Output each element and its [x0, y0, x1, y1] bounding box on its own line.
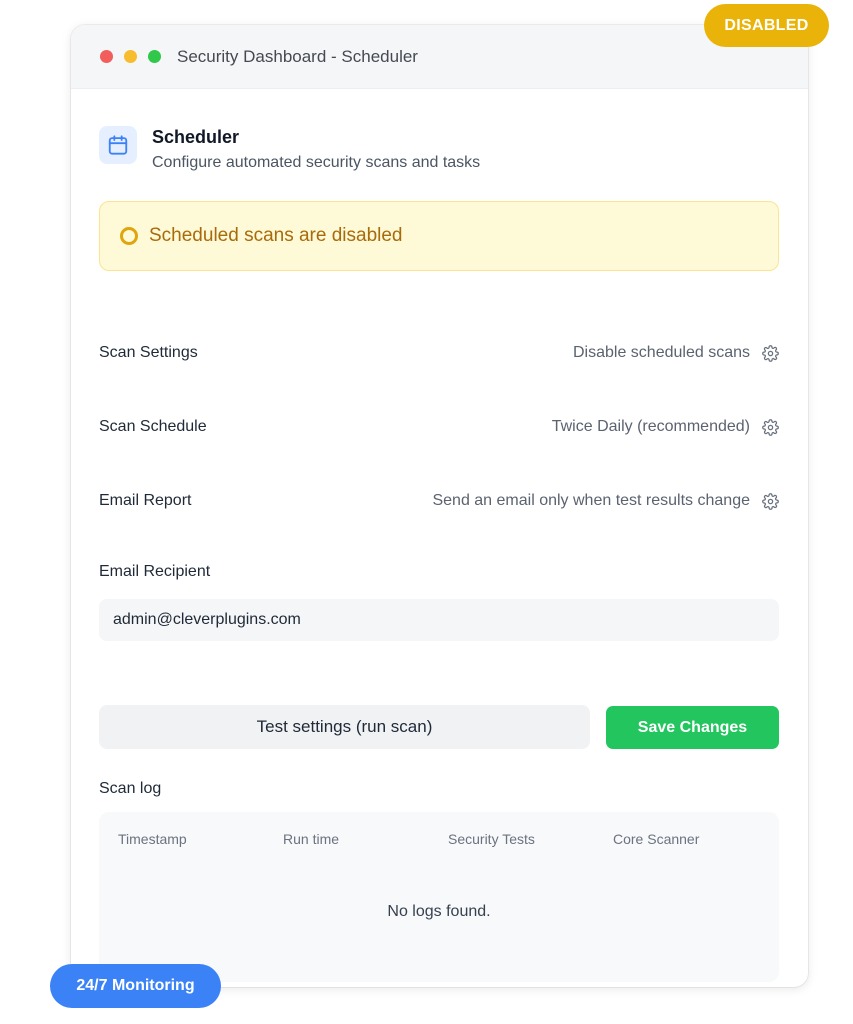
save-changes-button[interactable]: Save Changes — [606, 706, 779, 749]
page-subtitle: Configure automated security scans and t… — [152, 154, 481, 171]
column-header: Core Scanner — [613, 831, 700, 847]
setting-label: Scan Schedule — [99, 418, 207, 435]
alert-text: Scheduled scans are disabled — [149, 225, 403, 246]
empty-state-text: No logs found. — [387, 903, 491, 920]
page-title: Scheduler — [152, 127, 240, 147]
column-header: Run time — [283, 831, 340, 847]
email-recipient-input[interactable] — [99, 599, 779, 641]
setting-value: Twice Daily (recommended) — [551, 418, 750, 435]
setting-label: Email Report — [99, 492, 192, 509]
close-window-button[interactable] — [100, 50, 113, 63]
title-bar: Security Dashboard - Scheduler — [71, 25, 808, 89]
scan-log-table: Timestamp Run time Security Tests Core S… — [99, 812, 779, 982]
minimize-window-button[interactable] — [124, 50, 137, 63]
monitoring-badge: 24/7 Monitoring — [50, 964, 221, 1008]
email-recipient-label: Email Recipient — [99, 563, 211, 580]
header-text: Scheduler Configure automated security s… — [152, 126, 480, 172]
column-header: Timestamp — [118, 831, 187, 847]
setting-value-group: Send an email only when test results cha… — [432, 492, 779, 510]
setting-label: Scan Settings — [99, 344, 198, 361]
column-header: Security Tests — [448, 831, 535, 847]
gear-icon[interactable] — [761, 344, 779, 362]
setting-value: Disable scheduled scans — [573, 344, 750, 361]
setting-row-scan-schedule: Scan Schedule Twice Daily (recommended) — [99, 412, 779, 442]
setting-value: Send an email only when test results cha… — [432, 492, 750, 509]
status-badge: DISABLED — [704, 4, 829, 47]
disabled-alert: Scheduled scans are disabled — [99, 201, 779, 271]
gear-icon[interactable] — [761, 418, 779, 436]
page-header: Scheduler Configure automated security s… — [99, 126, 480, 172]
warning-circle-icon — [120, 227, 138, 245]
setting-row-scan-settings: Scan Settings Disable scheduled scans — [99, 338, 779, 368]
setting-row-email-report: Email Report Send an email only when tes… — [99, 486, 779, 516]
table-header: Timestamp Run time Security Tests Core S… — [118, 831, 778, 847]
stage: Security Dashboard - Scheduler Scheduler… — [0, 0, 853, 1024]
app-window: Security Dashboard - Scheduler Scheduler… — [71, 25, 808, 987]
scan-log-title: Scan log — [99, 780, 162, 797]
setting-value-group: Twice Daily (recommended) — [552, 418, 779, 436]
calendar-icon — [99, 126, 137, 164]
test-settings-button[interactable]: Test settings (run scan) — [99, 705, 590, 749]
gear-icon[interactable] — [761, 492, 779, 510]
maximize-window-button[interactable] — [148, 50, 161, 63]
window-title: Security Dashboard - Scheduler — [177, 46, 418, 66]
setting-value-group: Disable scheduled scans — [573, 344, 779, 362]
